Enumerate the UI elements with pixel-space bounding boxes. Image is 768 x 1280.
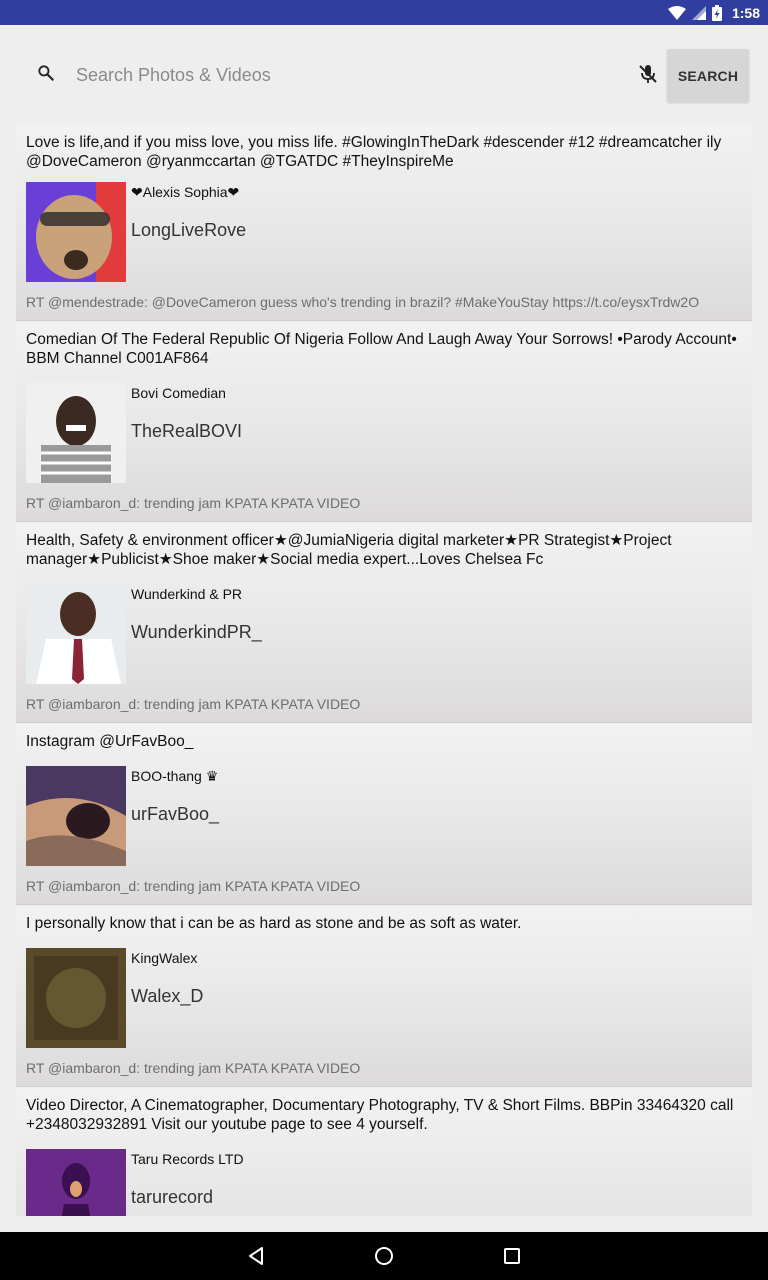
latest-tweet: RT @iambaron_d: trending jam KPATA KPATA… (26, 696, 361, 712)
user-description: Health, Safety & environment officer★@Ju… (26, 532, 672, 568)
status-bar: 1:58 (0, 0, 768, 25)
display-name: ❤Alexis Sophia❤ (131, 184, 240, 200)
recents-button[interactable] (482, 1232, 542, 1280)
latest-tweet: RT @iambaron_d: trending jam KPATA KPATA… (26, 495, 361, 511)
list-item[interactable]: Video Director, A Cinematographer, Docum… (16, 1088, 752, 1216)
avatar-image (26, 383, 126, 483)
status-icons: 1:58 (667, 0, 760, 25)
user-description: I personally know that i can be as hard … (26, 915, 522, 932)
list-item[interactable]: Health, Safety & environment officer★@Ju… (16, 523, 752, 723)
user-handle[interactable]: Walex_D (131, 986, 203, 1007)
user-description: Instagram @UrFavBoo_ (26, 733, 194, 750)
search-icon[interactable] (36, 63, 56, 83)
latest-tweet: RT @iambaron_d: trending jam KPATA KPATA… (26, 878, 361, 894)
avatar[interactable] (26, 182, 126, 282)
display-name: Taru Records LTD (131, 1151, 244, 1167)
display-name: BOO-thang ♛ (131, 768, 219, 784)
user-handle[interactable]: TheRealBOVI (131, 421, 242, 442)
display-name: KingWalex (131, 950, 198, 966)
display-name: Wunderkind & PR (131, 586, 243, 602)
battery-icon (711, 4, 722, 21)
search-button[interactable]: SEARCH (667, 49, 749, 102)
avatar-image (26, 948, 126, 1048)
avatar-image (26, 182, 126, 282)
avatar[interactable] (26, 948, 126, 1048)
display-name: Bovi Comedian (131, 385, 226, 401)
avatar[interactable] (26, 766, 126, 866)
avatar[interactable] (26, 383, 126, 483)
latest-tweet: RT @iambaron_d: trending jam KPATA KPATA… (26, 1060, 361, 1076)
user-handle[interactable]: LongLiveRove (131, 220, 246, 241)
user-handle[interactable]: tarurecord (131, 1187, 213, 1208)
user-description: Love is life,and if you miss love, you m… (26, 134, 722, 170)
list-item[interactable]: Instagram @UrFavBoo_ BOO-thang ♛ urFavBo… (16, 724, 752, 905)
status-time: 1:58 (731, 4, 760, 21)
user-description: Video Director, A Cinematographer, Docum… (26, 1097, 734, 1133)
mic-off-icon[interactable] (636, 62, 660, 86)
avatar[interactable] (26, 1149, 126, 1216)
list-item[interactable]: Comedian Of The Federal Republic Of Nige… (16, 322, 752, 522)
user-description: Comedian Of The Federal Republic Of Nige… (26, 331, 737, 367)
back-button[interactable] (226, 1232, 286, 1280)
search-input[interactable] (66, 57, 626, 93)
list-item[interactable]: Love is life,and if you miss love, you m… (16, 125, 752, 321)
home-button[interactable] (354, 1232, 414, 1280)
list-item[interactable]: I personally know that i can be as hard … (16, 906, 752, 1087)
user-handle[interactable]: urFavBoo_ (131, 804, 219, 825)
recents-icon (504, 1248, 520, 1264)
avatar-image (26, 1149, 126, 1216)
avatar-image (26, 584, 126, 684)
avatar-image (26, 766, 126, 866)
cell-signal-icon (691, 5, 706, 20)
feed-list[interactable]: Love is life,and if you miss love, you m… (16, 125, 752, 1216)
search-bar: SEARCH (0, 25, 768, 125)
user-handle[interactable]: WunderkindPR_ (131, 622, 262, 643)
back-icon (249, 1247, 263, 1265)
wifi-icon (667, 5, 686, 20)
avatar[interactable] (26, 584, 126, 684)
latest-tweet: RT @mendestrade: @DoveCameron guess who'… (26, 294, 700, 310)
navigation-bar (0, 1232, 768, 1280)
home-icon (375, 1247, 393, 1265)
